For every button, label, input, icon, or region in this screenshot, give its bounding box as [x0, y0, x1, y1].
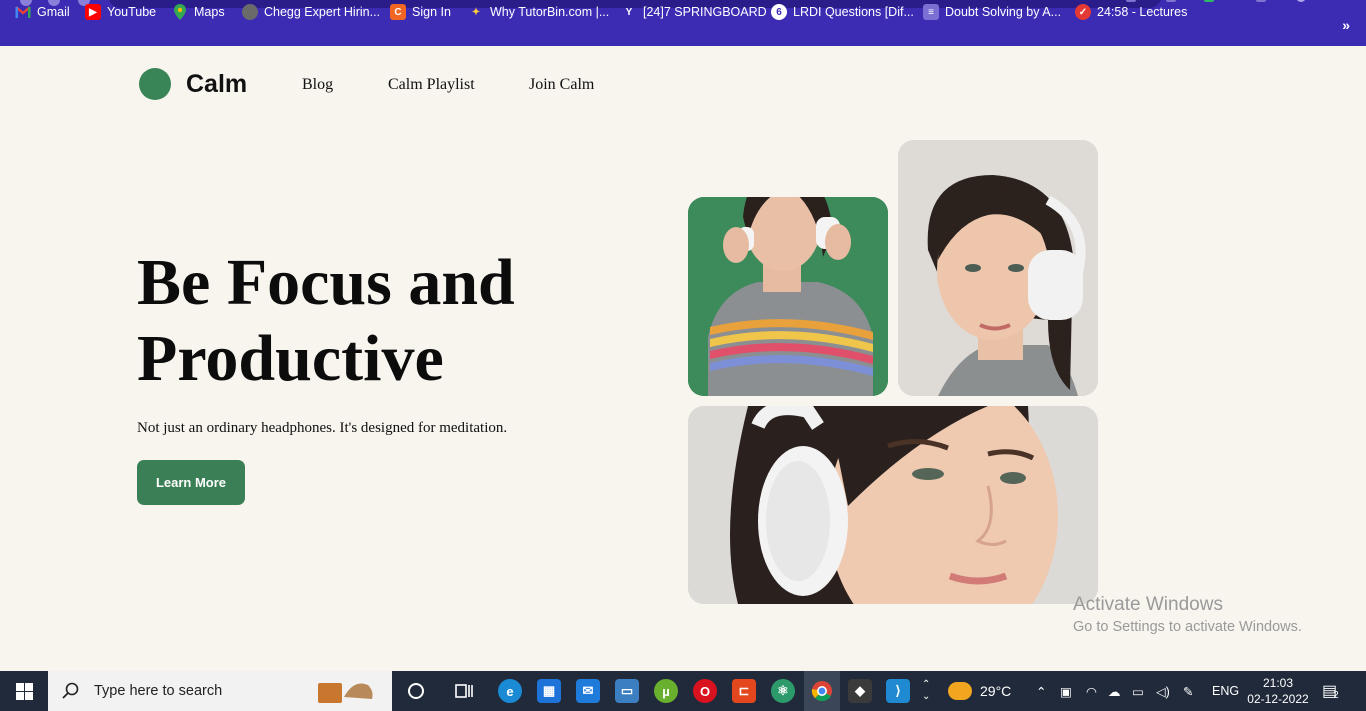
logo-text[interactable]: Calm — [186, 70, 247, 99]
windows-logo-icon — [15, 682, 33, 700]
activate-windows-watermark: Activate Windows Go to Settings to activ… — [1073, 594, 1302, 635]
volume-icon: ◁) — [1156, 684, 1170, 699]
maps-icon — [172, 4, 188, 20]
chegg-icon — [242, 4, 258, 20]
bookmark-youtube[interactable]: ▶ YouTube — [85, 4, 156, 20]
git-icon[interactable]: ◆ — [848, 679, 872, 703]
opera-icon[interactable]: O — [693, 679, 717, 703]
bookmark-sign-in[interactable]: C Sign In — [390, 4, 451, 20]
doubt-solving-icon: ≡ — [923, 4, 939, 20]
search-icon — [62, 682, 79, 699]
search-highlight-image — [316, 677, 376, 705]
bookmark-tutorbin[interactable]: ✦ Why TutorBin.com |... — [468, 4, 609, 20]
extensions-icon[interactable] — [1256, 0, 1266, 2]
youtube-icon: ▶ — [85, 4, 101, 20]
springboard-icon: Y — [625, 6, 633, 18]
show-hidden-icons[interactable]: ⌃ — [1036, 671, 1046, 711]
notification-center[interactable]: ▤ 2 — [1322, 671, 1339, 711]
lectures-icon: ✓ — [1075, 4, 1091, 20]
store-icon[interactable]: ▦ — [537, 679, 561, 703]
tray-icon-volume[interactable]: ◁) — [1156, 671, 1170, 711]
bookmark-doubt-solving[interactable]: ≡ Doubt Solving by A... — [923, 4, 1061, 20]
chevron-up-icon: ⌃ — [1036, 684, 1047, 699]
cortana-icon[interactable] — [404, 679, 428, 703]
lrdi-icon: 6 — [771, 4, 787, 20]
network-drive-icon[interactable]: ▭ — [615, 679, 639, 703]
nav-link-join-calm[interactable]: Join Calm — [529, 76, 594, 94]
battery-icon: ▭ — [1132, 684, 1144, 699]
notification-count: 2 — [1333, 689, 1339, 701]
weather-temperature: 29°C — [980, 683, 1012, 699]
tray-icon-pen[interactable]: ✎ — [1183, 671, 1193, 711]
utorrent-icon[interactable]: µ — [654, 679, 678, 703]
onedrive-icon: ☁ — [1108, 684, 1121, 699]
hero-subtitle: Not just an ordinary headphones. It's de… — [137, 420, 508, 436]
bookmark-lectures[interactable]: ✓ 24:58 - Lectures — [1075, 4, 1187, 20]
watermark-subtitle: Go to Settings to activate Windows. — [1073, 619, 1302, 635]
bookmark-chegg[interactable]: Chegg Expert Hirin... — [242, 4, 380, 20]
meet-now-icon: ▣ — [1060, 684, 1072, 699]
wifi-icon: ◠ — [1086, 684, 1097, 699]
tutorbin-icon: ✦ — [471, 6, 481, 18]
hero-title-line-1: Be Focus and — [137, 246, 515, 319]
hero-image-woman-side — [898, 140, 1098, 396]
profile-avatar[interactable] — [1296, 0, 1306, 2]
nav-link-blog[interactable]: Blog — [302, 76, 333, 94]
bookmark-gmail[interactable]: Gmail — [15, 4, 70, 20]
chrome-icon-active[interactable] — [804, 671, 840, 711]
tray-scroll[interactable]: ⌃ ⌄ — [922, 671, 930, 711]
windows-taskbar: Type here to search e ▦ ✉ ▭ µ O ⊏ ⚛ ◆ ⟩ … — [0, 671, 1366, 711]
tray-icon-battery[interactable]: ▭ — [1132, 671, 1144, 711]
search-placeholder: Type here to search — [94, 683, 223, 699]
nav-link-calm-playlist[interactable]: Calm Playlist — [388, 76, 475, 94]
tray-icon-wifi[interactable]: ◠ — [1086, 671, 1097, 711]
tray-icon-meet[interactable]: ▣ — [1060, 671, 1072, 711]
atom-icon[interactable]: ⚛ — [771, 679, 795, 703]
clock-time: 21:03 — [1262, 676, 1294, 690]
taskbar-search-box[interactable]: Type here to search — [48, 671, 392, 711]
extension-icon[interactable] — [1204, 0, 1214, 2]
office-icon[interactable]: ⊏ — [732, 679, 756, 703]
edge-icon[interactable]: e — [498, 679, 522, 703]
close-icon[interactable] — [1166, 0, 1176, 2]
bookmark-star-icon[interactable] — [1126, 0, 1136, 2]
weather-widget[interactable]: 29°C — [948, 671, 1011, 711]
start-button[interactable] — [0, 671, 48, 711]
bookmark-maps[interactable]: Maps — [172, 4, 225, 20]
hero-title: Be Focus and Productive — [137, 245, 607, 397]
gmail-icon — [15, 4, 31, 20]
learn-more-button[interactable]: Learn More — [137, 460, 245, 505]
bookmarks-overflow-icon[interactable]: » — [1342, 17, 1350, 33]
weather-icon — [948, 682, 972, 700]
bookmark-springboard[interactable]: Y [24]7 SPRINGBOARD — [621, 4, 767, 20]
hero-title-line-2: Productive — [137, 322, 444, 395]
mail-icon[interactable]: ✉ — [576, 679, 600, 703]
watermark-title: Activate Windows — [1073, 594, 1223, 615]
clock-date: 02-12-2022 — [1247, 692, 1309, 706]
browser-bookmarks-bar: Gmail ▶ YouTube Maps Chegg Expert Hirin.… — [0, 0, 1366, 46]
hero-image-woman-green — [688, 197, 888, 396]
logo-mark[interactable] — [139, 68, 171, 100]
tray-icon-onedrive[interactable]: ☁ — [1108, 671, 1121, 711]
signin-icon: C — [390, 4, 406, 20]
input-language[interactable]: ENG — [1212, 671, 1239, 711]
bookmark-lrdi[interactable]: 6 LRDI Questions [Dif... — [771, 4, 914, 20]
vscode-icon[interactable]: ⟩ — [886, 679, 910, 703]
taskbar-clock[interactable]: 21:03 02-12-2022 — [1244, 675, 1312, 707]
task-view-icon[interactable] — [452, 679, 476, 703]
pen-icon: ✎ — [1183, 684, 1194, 699]
hero-image-woman-closeup — [688, 406, 1098, 604]
